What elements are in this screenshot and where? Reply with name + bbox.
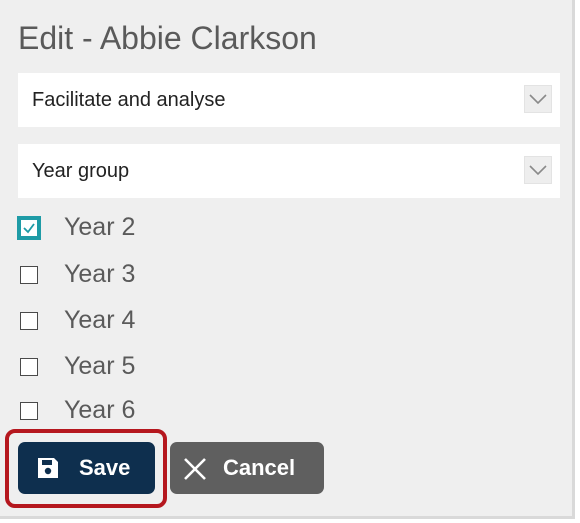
chevron-down-icon[interactable] [524, 85, 552, 113]
year-option-year-2[interactable]: Year 2 [17, 210, 277, 246]
year-4-checkbox[interactable] [20, 312, 38, 330]
year-5-label: Year 5 [64, 352, 136, 380]
year-option-year-5[interactable]: Year 5 [17, 349, 277, 385]
year-group-select[interactable]: Year group [18, 144, 560, 198]
year-6-label: Year 6 [64, 396, 136, 424]
save-button[interactable]: Save [18, 442, 155, 494]
edit-panel: Edit - Abbie Clarkson Facilitate and ana… [0, 0, 575, 519]
activity-select-value: Facilitate and analyse [32, 89, 226, 111]
year-4-label: Year 4 [64, 306, 136, 334]
cancel-button[interactable]: Cancel [170, 442, 324, 494]
cancel-button-label: Cancel [223, 455, 296, 480]
activity-select[interactable]: Facilitate and analyse [18, 73, 560, 127]
close-icon [182, 456, 208, 488]
year-3-checkbox[interactable] [20, 266, 38, 284]
year-option-year-3[interactable]: Year 3 [17, 257, 277, 293]
page-title: Edit - Abbie Clarkson [18, 20, 317, 56]
year-option-year-4[interactable]: Year 4 [17, 303, 277, 339]
year-2-label: Year 2 [64, 213, 136, 241]
year-3-label: Year 3 [64, 260, 136, 288]
chevron-down-icon[interactable] [524, 156, 552, 184]
year-6-checkbox[interactable] [20, 402, 38, 420]
year-group-select-value: Year group [32, 160, 130, 182]
year-2-checkbox[interactable] [17, 216, 41, 240]
year-option-year-6[interactable]: Year 6 [17, 393, 277, 429]
floppy-disk-icon [36, 456, 60, 486]
save-button-label: Save [79, 455, 131, 480]
year-5-checkbox[interactable] [20, 358, 38, 376]
